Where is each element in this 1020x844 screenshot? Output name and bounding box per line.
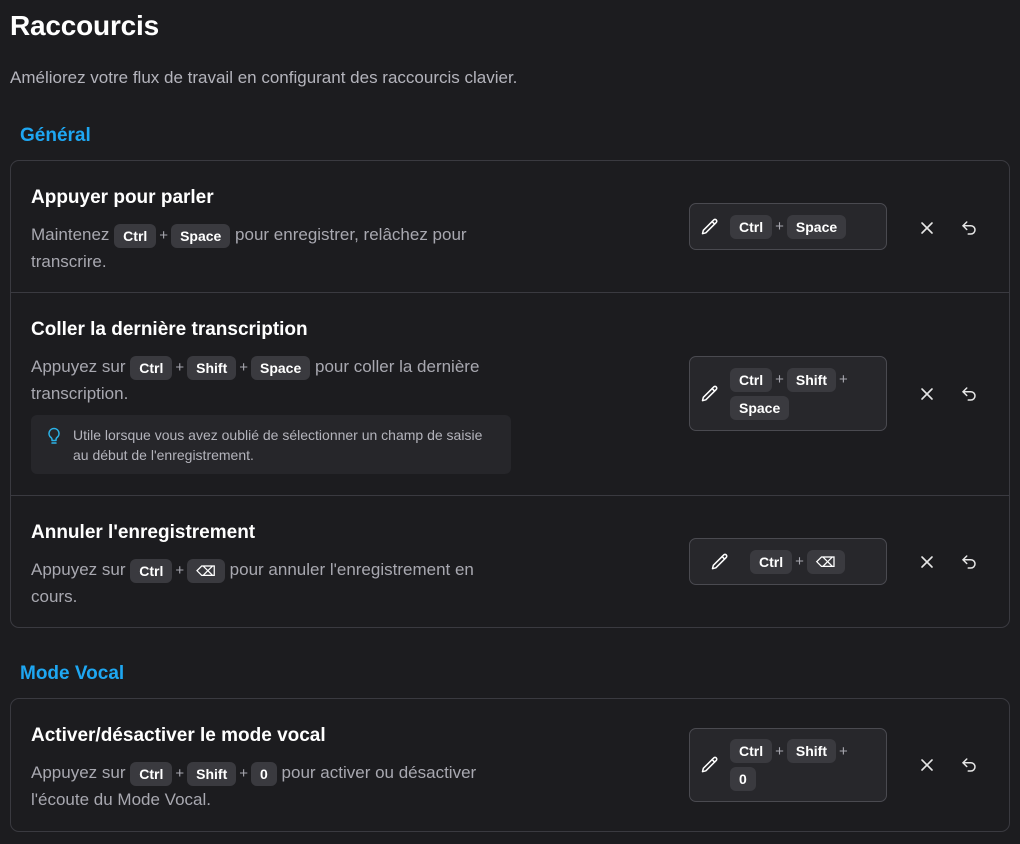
pencil-icon[interactable] [690, 384, 730, 404]
kbd-key: 0 [251, 761, 277, 786]
kbd-key: Shift [187, 761, 237, 786]
undo-icon[interactable] [959, 218, 979, 238]
shortcut-title: Annuler l'enregistrement [31, 522, 256, 543]
kbd-key: ⌫ [806, 549, 845, 574]
kbd-key: Space [786, 214, 847, 239]
shortcut-binding-box[interactable]: Ctrl + Shift + Space [689, 356, 887, 431]
close-icon[interactable] [917, 384, 937, 404]
plus-sign: + [795, 553, 804, 570]
lightbulb-icon [47, 427, 61, 450]
shortcut-title: Activer/désactiver le mode vocal [31, 725, 326, 746]
kbd-key: Ctrl [730, 214, 773, 239]
desc-text: Appuyez sur [31, 763, 126, 782]
shortcut-title: Coller la dernière transcription [31, 319, 308, 340]
kbd-key: Space [730, 395, 790, 420]
kbd-key: Space [251, 355, 311, 380]
binding-keys: Ctrl + Shift + 0 [730, 739, 870, 791]
plus-sign: + [775, 742, 784, 760]
pencil-icon[interactable] [690, 217, 730, 237]
kbd-key: 0 [730, 767, 756, 791]
tip-text: Utile lorsque vous avez oublié de sélect… [73, 427, 483, 463]
shortcut-description: Appuyez sur Ctrl + ⌫ pour annuler l'enregi… [31, 557, 511, 610]
shortcut-row-toggle-voice-mode: Activer/désactiver le mode vocal Appuyez… [11, 699, 1009, 831]
plus-sign: + [175, 561, 185, 579]
shortcut-row-push-to-talk: Appuyer pour parler Maintenez Ctrl + Space… [11, 161, 1009, 293]
close-icon[interactable] [917, 755, 937, 775]
shortcut-binding-box[interactable]: Ctrl + Shift + 0 [689, 728, 887, 802]
shortcut-title: Appuyer pour parler [31, 187, 214, 208]
plus-sign: + [239, 358, 248, 376]
undo-icon[interactable] [959, 384, 979, 404]
pencil-icon[interactable] [690, 552, 750, 572]
kbd-key: Ctrl [130, 355, 173, 380]
desc-text: Appuyez sur [31, 560, 126, 579]
shortcut-description: Appuyez sur Ctrl + Shift + Space pour coller… [31, 354, 511, 407]
plus-sign: + [775, 218, 784, 235]
close-icon[interactable] [917, 552, 937, 572]
undo-icon[interactable] [959, 552, 979, 572]
tip-box: Utile lorsque vous avez oublié de sélect… [31, 415, 511, 474]
kbd-key: ⌫ [187, 558, 225, 583]
plus-sign: + [839, 742, 848, 760]
undo-icon[interactable] [959, 755, 979, 775]
plus-sign: + [159, 226, 169, 244]
shortcuts-card-general: Appuyer pour parler Maintenez Ctrl + Space… [10, 160, 1010, 628]
binding-keys: Ctrl + Space [730, 214, 870, 239]
section-title-general: Général [20, 125, 91, 146]
kbd-key: Shift [187, 355, 237, 380]
kbd-key: Ctrl [130, 761, 173, 786]
page-subtitle: Améliorez votre flux de travail en confi… [10, 68, 518, 87]
plus-sign: + [175, 358, 185, 376]
kbd-key: Ctrl [750, 549, 793, 574]
shortcut-binding-box[interactable]: Ctrl + ⌫ [689, 538, 887, 585]
plus-sign: + [775, 371, 784, 388]
kbd-key: Shift [786, 367, 836, 392]
plus-sign: + [175, 764, 185, 782]
shortcut-row-cancel-recording: Annuler l'enregistrement Appuyez sur Ctr… [11, 496, 1009, 627]
close-icon[interactable] [917, 218, 937, 238]
shortcut-row-paste-last: Coller la dernière transcription Appuyez… [11, 293, 1009, 496]
shortcut-binding-box[interactable]: Ctrl + Space [689, 203, 887, 250]
pencil-icon[interactable] [690, 755, 730, 775]
binding-keys: Ctrl + Shift + Space [730, 367, 870, 420]
desc-text: Appuyez sur [31, 357, 126, 376]
kbd-key: Shift [786, 739, 836, 763]
kbd-key: Ctrl [114, 223, 157, 248]
desc-text: Maintenez [31, 225, 110, 244]
plus-sign: + [239, 764, 248, 782]
shortcut-description: Maintenez Ctrl + Space pour enregistrer, r… [31, 222, 511, 275]
plus-sign: + [839, 371, 848, 388]
section-title-voice-mode: Mode Vocal [20, 663, 125, 684]
page-title: Raccourcis [10, 10, 159, 41]
kbd-key: Ctrl [730, 739, 773, 763]
kbd-key: Ctrl [130, 558, 173, 583]
kbd-key: Ctrl [730, 367, 773, 392]
shortcuts-card-voice-mode: Activer/désactiver le mode vocal Appuyez… [10, 698, 1010, 832]
kbd-key: Space [171, 223, 231, 248]
binding-keys: Ctrl + ⌫ [750, 549, 870, 574]
shortcut-description: Appuyez sur Ctrl + Shift +0 pour activer ou… [31, 760, 511, 813]
